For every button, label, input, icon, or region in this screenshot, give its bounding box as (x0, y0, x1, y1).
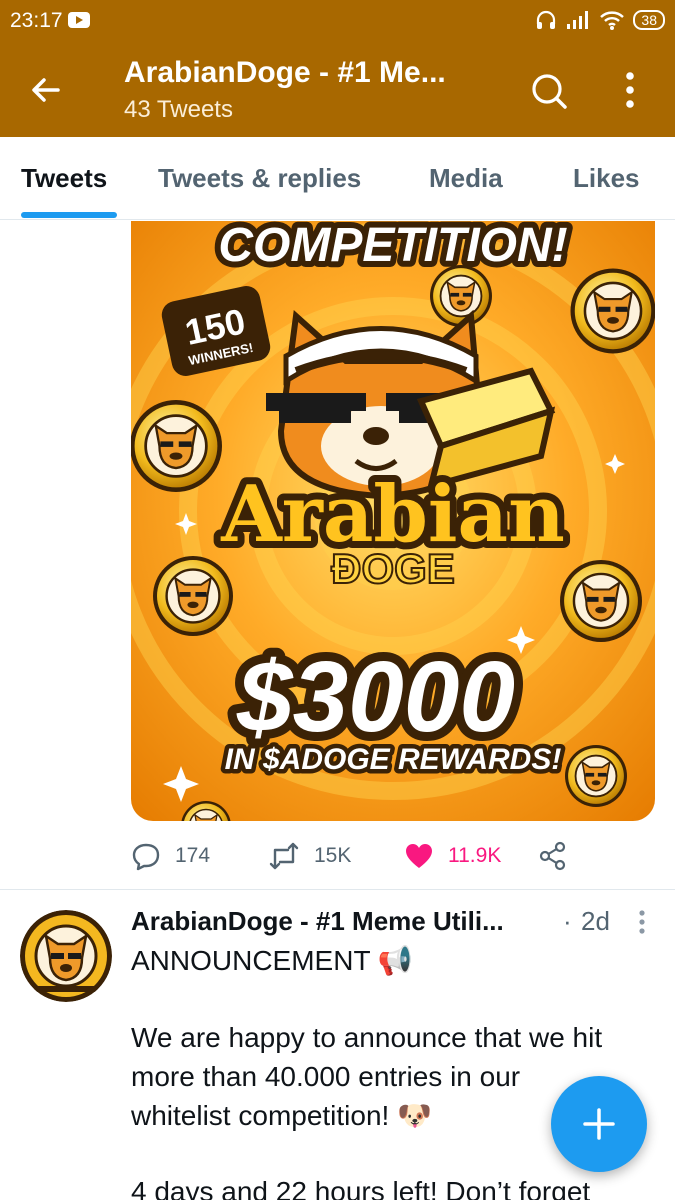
battery-indicator: 38 (633, 10, 665, 30)
tweet-text-line: We are happy to announce that we hit (131, 1022, 603, 1053)
status-bar: 23:17 38 (0, 0, 675, 40)
reply-button[interactable]: 174 (131, 838, 210, 874)
headphones-icon (537, 10, 556, 29)
retweet-icon (269, 842, 299, 870)
competition-poster: COMPETITION! COMPETITION! 150 WINNERS! A… (131, 221, 655, 821)
tab-tweets[interactable]: Tweets (21, 163, 107, 194)
tweet-more-icon[interactable] (634, 908, 650, 936)
system-icons: 38 (535, 6, 665, 34)
reward-amount: $3000 (236, 641, 515, 753)
coin-icon (131, 398, 224, 494)
tweet-text-line: ANNOUNCEMENT 📢 (131, 945, 413, 976)
tweet-text-line: whitelist competition! 🐶 (131, 1100, 432, 1131)
coin-icon (564, 744, 628, 808)
compose-tweet-button[interactable] (551, 1076, 647, 1172)
brand-subname: ĐOGE (331, 545, 455, 592)
heart-icon (406, 844, 432, 868)
reply-icon (132, 843, 160, 871)
like-button[interactable]: 11.9K (404, 838, 501, 874)
share-icon (539, 841, 566, 871)
like-count: 11.9K (448, 844, 502, 867)
tweet-author[interactable]: ArabianDoge - #1 Meme Utili... (131, 906, 504, 937)
profile-tabs: Tweets Tweets & replies Media Likes (0, 137, 675, 220)
wifi-icon (600, 11, 625, 30)
youtube-notification-icon (68, 12, 90, 28)
reply-count: 174 (175, 844, 211, 867)
tweet-text-line: more than 40.000 entries in our (131, 1061, 521, 1092)
status-time: 23:17 (10, 9, 63, 32)
avatar[interactable] (20, 910, 112, 1002)
tweet-count: 43 Tweets (124, 96, 233, 123)
coin-icon (151, 554, 235, 638)
retweet-count: 15K (314, 844, 352, 867)
tab-tweets-and-replies[interactable]: Tweets & replies (158, 163, 361, 194)
compose-plus-icon (583, 1108, 615, 1140)
coin-icon (569, 267, 655, 355)
more-vertical-icon[interactable] (612, 68, 648, 112)
retweet-button[interactable]: 15K (268, 838, 351, 874)
page-title: ArabianDoge - #1 Me... (124, 56, 446, 89)
tweet-text-line: 4 days and 22 hours left! Don’t forget (131, 1176, 591, 1200)
profile-header: ArabianDoge - #1 Me... 43 Tweets (0, 40, 675, 137)
poster-headline: COMPETITION! (218, 221, 567, 272)
coin-icon (558, 558, 644, 644)
reward-caption: IN $ADOGE REWARDS! (225, 743, 562, 776)
tweet-divider (0, 889, 675, 890)
back-arrow-icon[interactable] (24, 68, 68, 112)
signal-icon (567, 11, 589, 29)
tweet-actions: 174 15K 11.9K (131, 838, 651, 874)
coin-icon (429, 264, 493, 328)
tab-likes[interactable]: Likes (573, 163, 640, 194)
active-tab-indicator (21, 212, 117, 218)
tweet-media-image[interactable]: COMPETITION! COMPETITION! 150 WINNERS! A… (131, 221, 655, 821)
tweet-timestamp[interactable]: 2d (581, 906, 610, 937)
meta-separator: · (563, 906, 572, 936)
tab-media[interactable]: Media (429, 163, 503, 194)
search-icon[interactable] (528, 70, 570, 112)
share-button[interactable] (538, 838, 568, 874)
